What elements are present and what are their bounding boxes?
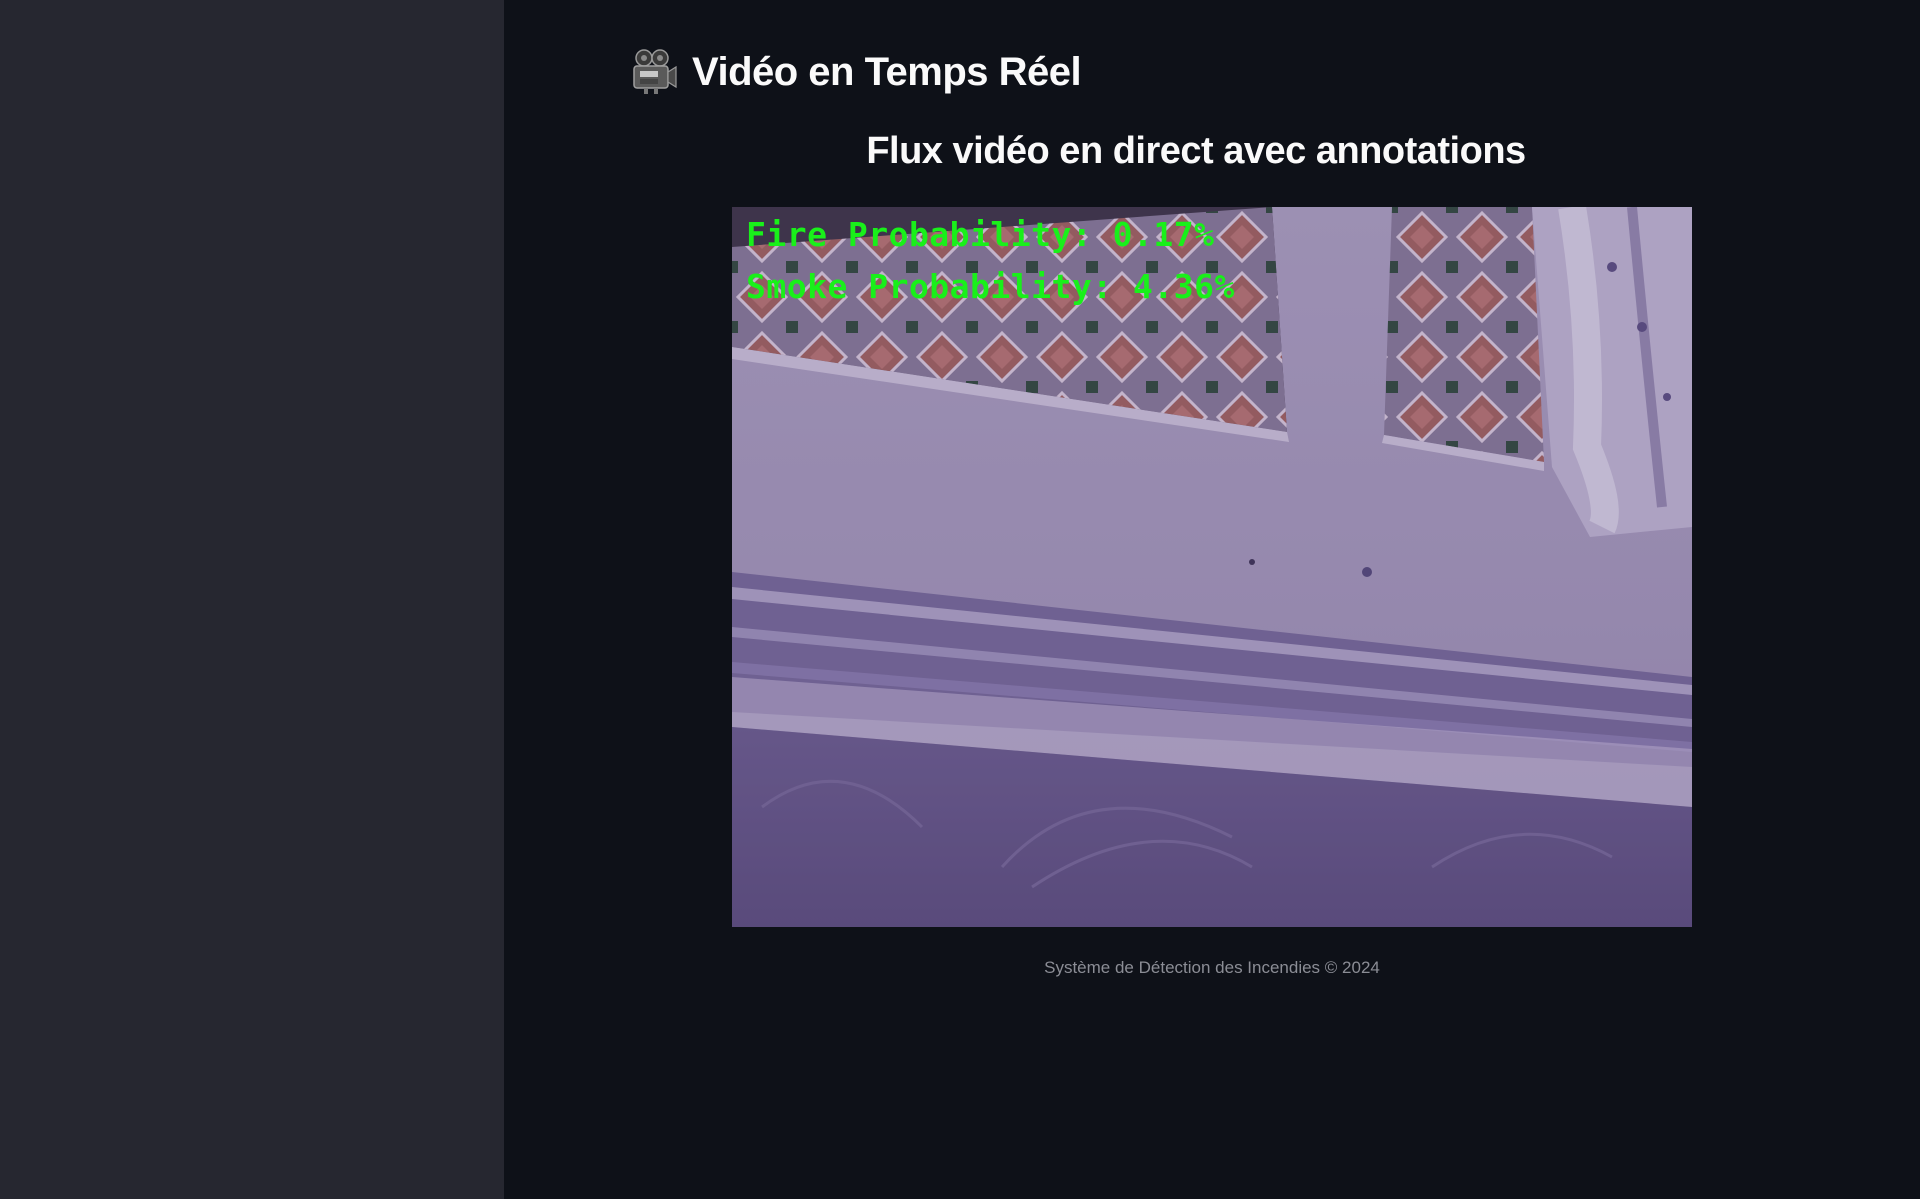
page-title: Vidéo en Temps Réel xyxy=(630,44,1082,100)
main-content: Vidéo en Temps Réel Flux vidéo en direct… xyxy=(504,0,1920,1202)
video-section-heading: Flux vidéo en direct avec annotations xyxy=(866,130,1526,172)
sidebar xyxy=(0,0,504,1202)
fire-probability-label: Fire Probability: 0.17% xyxy=(746,215,1215,254)
live-video-stream: Fire Probability: 0.17% Smoke Probabilit… xyxy=(732,207,1692,927)
movie-camera-icon xyxy=(630,48,678,96)
video-frame-image xyxy=(732,207,1692,927)
page-title-text: Vidéo en Temps Réel xyxy=(692,49,1082,94)
footer-copyright: Système de Détection des Incendies © 202… xyxy=(1044,958,1380,977)
smoke-probability-label: Smoke Probability: 4.36% xyxy=(746,267,1235,306)
